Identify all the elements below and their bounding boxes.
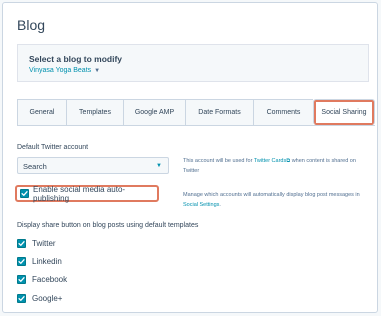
settings-tabs: General Templates Google AMP Date Format… [17, 99, 375, 126]
google-plus-checkbox[interactable] [17, 294, 26, 303]
share-buttons-label: Display share button on blog posts using… [17, 222, 199, 229]
twitter-checkbox[interactable] [17, 239, 26, 248]
checkmark-icon [21, 191, 28, 196]
chevron-down-icon[interactable]: ▼ [156, 163, 162, 169]
tab-date-formats[interactable]: Date Formats [185, 99, 253, 125]
tab-comments[interactable]: Comments [253, 99, 313, 125]
page-title: Blog [17, 17, 46, 33]
tab-templates[interactable]: Templates [66, 99, 123, 125]
blog-selector-label: Select a blog to modify [29, 54, 123, 64]
twitter-account-dropdown[interactable]: Search ▼ [17, 157, 169, 174]
twitter-option-label: Twitter [32, 239, 56, 248]
facebook-checkbox[interactable] [17, 275, 26, 284]
social-settings-link[interactable]: Social Settings [183, 202, 219, 208]
twitter-account-value[interactable]: Search [23, 162, 47, 171]
auto-publishing-checkbox[interactable] [20, 189, 29, 198]
twitter-help-prefix: This account will be used for [183, 158, 254, 164]
auto-publishing-label: Enable social media auto-publishing [33, 184, 126, 203]
twitter-account-label: Default Twitter account [17, 144, 89, 151]
settings-panel: Blog Select a blog to modify Vinyasa Yog… [2, 2, 378, 313]
google-plus-option-label: Google+ [32, 294, 63, 303]
linkedin-option-label: Linkedin [32, 257, 62, 266]
facebook-option-label: Facebook [32, 275, 68, 284]
share-option-linkedin[interactable]: Linkedin [17, 257, 62, 266]
checkmark-icon [18, 277, 25, 282]
caret-down-icon[interactable]: ▼ [94, 68, 100, 74]
twitter-cards-link[interactable]: Twitter Cards [254, 158, 286, 164]
share-option-twitter[interactable]: Twitter [17, 239, 56, 248]
auto-publishing-help-suffix: . [219, 202, 221, 208]
checkmark-icon [18, 259, 25, 264]
auto-publishing-highlight: Enable social media auto-publishing [15, 184, 159, 203]
auto-publishing-help-text: Manage which accounts will automatically… [183, 190, 363, 210]
auto-publishing-help-prefix: Manage which accounts will automatically… [183, 192, 360, 198]
checkmark-icon [18, 296, 25, 301]
checkmark-icon [18, 241, 25, 246]
blog-selector-dropdown[interactable]: Vinyasa Yoga Beats ▼ [29, 67, 100, 74]
tab-social-sharing[interactable]: Social Sharing [313, 99, 375, 125]
tab-google-amp[interactable]: Google AMP [123, 99, 185, 125]
share-option-google-plus[interactable]: Google+ [17, 294, 62, 303]
share-option-facebook[interactable]: Facebook [17, 275, 67, 284]
selected-blog[interactable]: Vinyasa Yoga Beats [29, 67, 91, 74]
tab-general[interactable]: General [17, 99, 66, 125]
twitter-help-text: This account will be used for Twitter Ca… [183, 156, 363, 176]
linkedin-checkbox[interactable] [17, 257, 26, 266]
blog-selector: Select a blog to modify Vinyasa Yoga Bea… [17, 44, 369, 82]
